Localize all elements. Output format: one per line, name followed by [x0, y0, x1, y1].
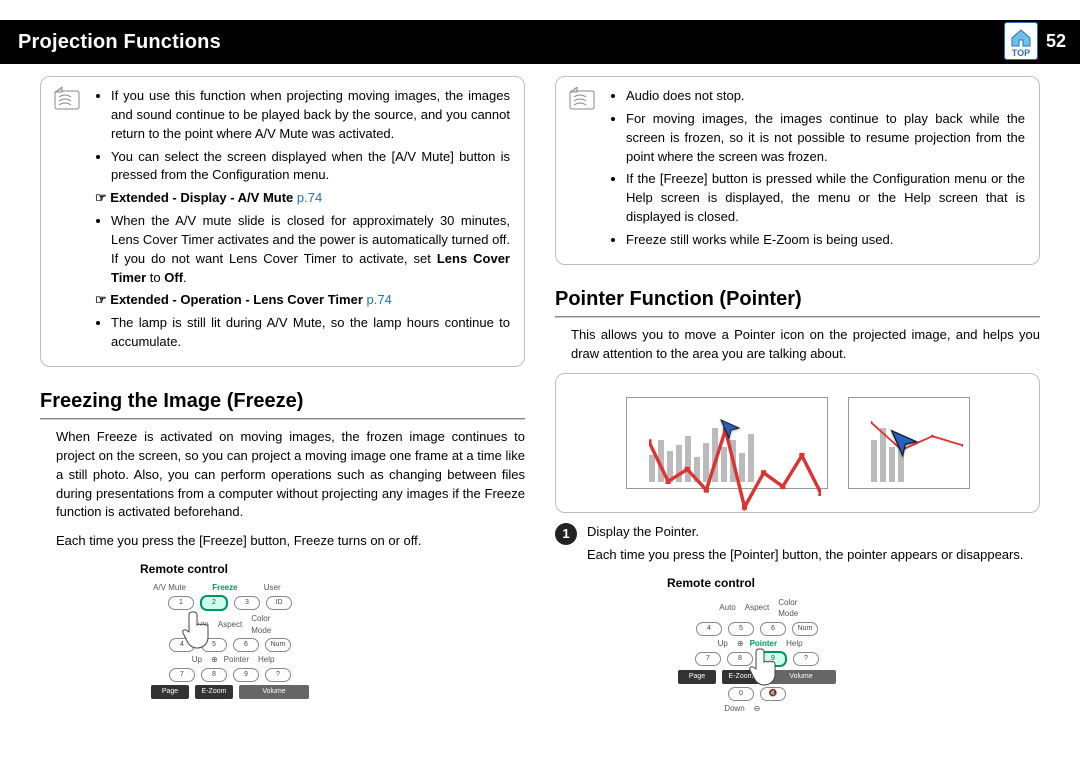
house-icon [1009, 28, 1033, 48]
btn-caption: Pointer [750, 638, 778, 650]
remote-button[interactable]: 3 [234, 596, 260, 610]
xref-pointer-icon: ☞ [95, 292, 107, 307]
remote-button[interactable]: 6 [760, 622, 786, 636]
page-title: Projection Functions [18, 31, 221, 54]
remote-button[interactable]: 4 [696, 622, 722, 636]
note-item: If the [Freeze] button is pressed while … [626, 170, 1025, 227]
step-number-badge: 1 [555, 523, 577, 545]
xref-page-link[interactable]: p.74 [367, 292, 392, 307]
remote-button[interactable]: 4 [169, 638, 195, 652]
xref-line: ☞ Extended - Operation - Lens Cover Time… [95, 291, 510, 310]
note-item: Audio does not stop. [626, 87, 1025, 106]
xref-page-link[interactable]: p.74 [297, 190, 322, 205]
top-icon-label: TOP [1012, 48, 1030, 58]
right-column: Audio does not stop. For moving images, … [555, 76, 1040, 717]
btn-caption: Up [694, 638, 731, 650]
remote-button-pointer[interactable]: 9 [759, 651, 787, 667]
remote-button[interactable]: ? [793, 652, 819, 666]
xref-path: Extended - Operation - Lens Cover Timer [110, 292, 363, 307]
remote-button[interactable]: ? [265, 668, 291, 682]
text: . [183, 270, 187, 285]
pointer-arrow-icon [889, 428, 919, 458]
remote-control-label: Remote control [140, 561, 525, 578]
remote-button[interactable]: 7 [169, 668, 195, 682]
remote-control-figure: Remote control Auto Aspect Color Mode 4 … [667, 575, 1040, 715]
remote-button-freeze[interactable]: 2 [200, 595, 228, 611]
btn-caption: Auto [175, 619, 212, 631]
note-item: You can select the screen displayed when… [111, 148, 510, 186]
note-icon [51, 87, 85, 113]
remote-button[interactable]: 8 [201, 668, 227, 682]
remote-footer: Volume [239, 685, 309, 699]
note-item: For moving images, the images continue t… [626, 110, 1025, 167]
remote-button[interactable]: 5 [728, 622, 754, 636]
chart-mini-right [848, 397, 970, 489]
remote-button[interactable]: 8 [727, 652, 753, 666]
remote-button[interactable]: 0 [728, 687, 754, 701]
remote-button[interactable]: Num [792, 622, 818, 636]
remote-button[interactable]: 9 [233, 668, 259, 682]
section-heading-freeze: Freezing the Image (Freeze) [40, 387, 525, 416]
note-box-left: If you use this function when projecting… [40, 76, 525, 367]
remote-footer: Volume [766, 670, 836, 684]
note-icon [566, 87, 600, 113]
text-bold: Off [164, 270, 183, 285]
btn-caption: User [264, 582, 281, 594]
page-number: 52 [1046, 31, 1066, 52]
btn-caption: Pointer [224, 654, 249, 666]
pointer-illustration [555, 373, 1040, 513]
note-item: The lamp is still lit during A/V Mute, s… [111, 314, 510, 352]
remote-button[interactable]: 7 [695, 652, 721, 666]
xref-path: Extended - Display - A/V Mute [110, 190, 293, 205]
btn-caption: Help [255, 654, 292, 666]
btn-caption: ⊕ [211, 654, 218, 666]
btn-caption: Color Mode [248, 613, 285, 636]
note-box-right: Audio does not stop. For moving images, … [555, 76, 1040, 265]
btn-caption: A/V Mute [153, 582, 186, 594]
remote-button[interactable]: 6 [233, 638, 259, 652]
pointer-arrow-icon [719, 418, 741, 440]
remote-control: A/V Mute Freeze User 1 2 3 ID Auto Aspec… [140, 582, 320, 699]
note-item: If you use this function when projecting… [111, 87, 510, 144]
btn-caption: Aspect [745, 602, 769, 614]
left-column: If you use this function when projecting… [40, 76, 525, 717]
remote-footer: Page [151, 685, 189, 699]
btn-caption: Color Mode [775, 597, 812, 620]
remote-footer: E-Zoom [195, 685, 233, 699]
body-paragraph: When Freeze is activated on moving image… [56, 428, 525, 522]
remote-button[interactable]: ID [266, 596, 292, 610]
remote-button[interactable]: Num [265, 638, 291, 652]
text: to [146, 270, 164, 285]
body-paragraph: Each time you press the [Freeze] button,… [56, 532, 525, 551]
xref-pointer-icon: ☞ [95, 190, 107, 205]
section-heading-pointer: Pointer Function (Pointer) [555, 285, 1040, 314]
remote-control-label: Remote control [667, 575, 1040, 592]
btn-caption: Auto [702, 602, 739, 614]
xref-line: ☞ Extended - Display - A/V Mute p.74 [95, 189, 510, 208]
note-item: When the A/V mute slide is closed for ap… [111, 212, 510, 287]
btn-caption: Down [711, 703, 748, 715]
note-item: Freeze still works while E-Zoom is being… [626, 231, 1025, 250]
btn-caption: Aspect [218, 619, 242, 631]
btn-caption: Help [783, 638, 820, 650]
remote-button[interactable]: 1 [168, 596, 194, 610]
remote-button[interactable]: 5 [201, 638, 227, 652]
remote-control-figure: Remote control A/V Mute Freeze User 1 2 … [140, 561, 525, 699]
body-paragraph: This allows you to move a Pointer icon o… [571, 326, 1040, 364]
btn-caption: ⊖ [754, 703, 761, 715]
header-bar: Projection Functions TOP 52 [0, 20, 1080, 64]
remote-control: Auto Aspect Color Mode 4 5 6 Num Up [667, 597, 847, 716]
section-rule [40, 418, 525, 420]
top-icon-button[interactable]: TOP [1004, 22, 1038, 60]
remote-footer: Page [678, 670, 716, 684]
btn-caption: ⊕ [737, 638, 744, 650]
remote-footer: E-Zoom [722, 670, 760, 684]
btn-caption: Freeze [212, 582, 237, 594]
section-rule [555, 316, 1040, 318]
remote-button[interactable]: 🔇 [760, 687, 786, 701]
chart-mini-left [626, 397, 828, 489]
btn-caption: Up [168, 654, 205, 666]
